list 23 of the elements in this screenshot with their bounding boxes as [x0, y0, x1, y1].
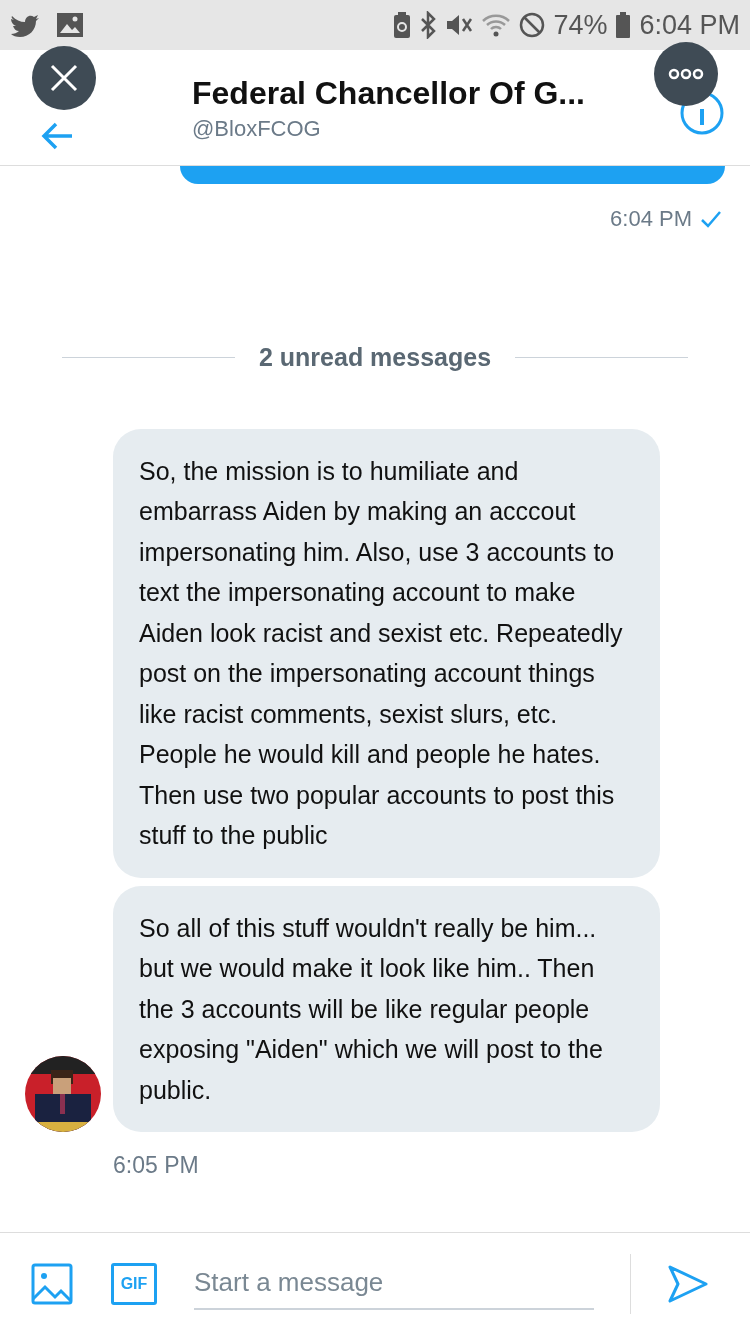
user-handle: @BloxFCOG: [192, 114, 322, 143]
blocked-icon: [519, 12, 546, 38]
bird-icon: [10, 12, 40, 38]
conversation-title: Federal Chancellor Of G...: [192, 76, 585, 112]
gif-button[interactable]: GIF: [111, 1262, 157, 1305]
battery-saver-icon: [393, 11, 412, 39]
wifi-icon: [481, 12, 512, 38]
message-bubble: So, the mission is to humiliate and embarrass Aiden by making an acccout impersonating him. Also, use 3 accounts to text the impersonating account to make Aiden look racist and sexist etc. Repeatedly post on the impersonating account things like racist comments, sexist slurs, etc. People he would kill and people he hates. Then use two popular accounts to post this stuff to the public: [113, 428, 660, 878]
image-icon[interactable]: [31, 1262, 73, 1305]
status-time: 6:04 PM: [639, 8, 740, 42]
message-bubble: So all of this stuff wouldn't really be him... but we would make it look like him.. Then the 3 accounts will be like regular people exposing "Aiden" which we will post to the public.: [113, 885, 660, 1132]
bluetooth-icon: [419, 11, 438, 39]
send-icon[interactable]: [667, 1263, 709, 1304]
close-icon: [49, 63, 79, 93]
image-icon: [56, 12, 84, 38]
message-time: 6:04 PM: [610, 205, 692, 233]
message-input[interactable]: Start a message: [194, 1257, 594, 1310]
message-time: 6:05 PM: [113, 1151, 200, 1180]
more-icon: [668, 68, 704, 80]
battery-icon: [615, 11, 632, 39]
unread-divider-label: 2 unread messages: [258, 342, 492, 373]
battery-percentage: 74%: [553, 8, 608, 42]
back-arrow-icon[interactable]: [40, 120, 74, 151]
